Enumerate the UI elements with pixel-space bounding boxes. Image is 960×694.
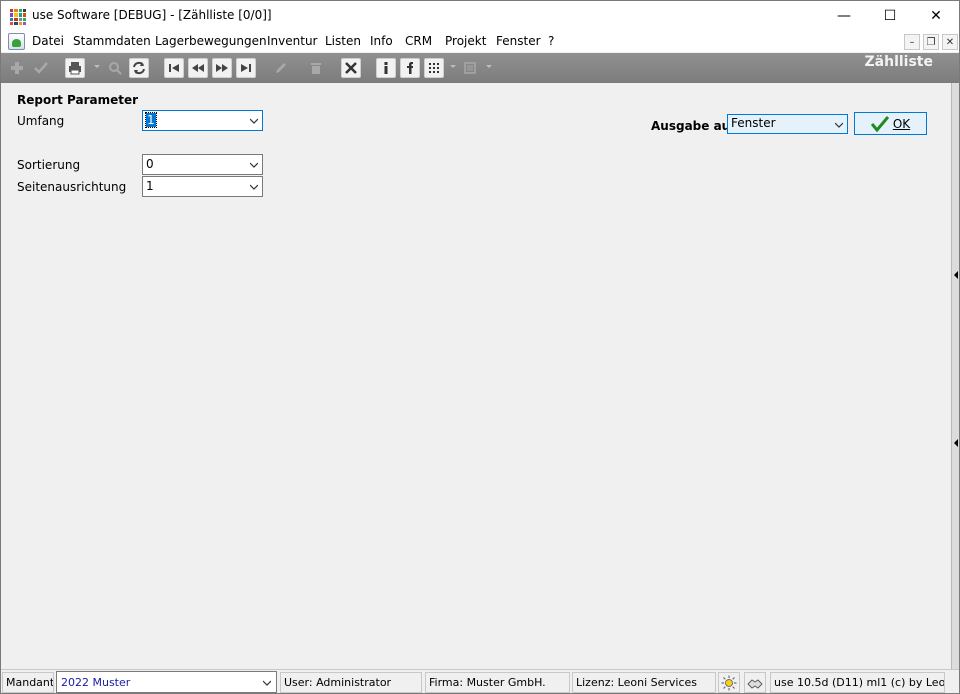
list-dropdown-icon[interactable] xyxy=(486,65,492,68)
checkmark-icon xyxy=(870,115,889,132)
sortierung-value: 0 xyxy=(146,157,154,171)
menu-stammdaten[interactable]: Stammdaten xyxy=(73,34,151,48)
sun-icon[interactable] xyxy=(718,672,740,693)
menu-help[interactable]: ? xyxy=(548,34,554,48)
search-button[interactable] xyxy=(105,58,125,78)
mdi-minimize-button[interactable]: – xyxy=(904,34,920,50)
cancel-button[interactable] xyxy=(341,58,361,78)
checkmark-icon xyxy=(34,62,48,74)
print-button[interactable] xyxy=(65,58,85,78)
window-title: use Software [DEBUG] - [Zählliste [0/0]] xyxy=(32,8,272,22)
sortierung-label: Sortierung xyxy=(17,158,81,172)
last-record-button[interactable] xyxy=(236,58,256,78)
seitenausrichtung-label: Seitenausrichtung xyxy=(17,180,127,194)
app-logo-icon xyxy=(10,9,26,25)
title-bar: use Software [DEBUG] - [Zählliste [0/0]]… xyxy=(1,1,959,31)
menu-fenster[interactable]: Fenster xyxy=(496,34,541,48)
previous-record-button[interactable] xyxy=(188,58,208,78)
close-x-icon xyxy=(345,62,357,74)
menu-bar: Datei Stammdaten Lagerbewegungen Inventu… xyxy=(1,31,959,52)
chevron-down-icon xyxy=(250,118,258,124)
close-button[interactable]: ✕ xyxy=(913,1,959,31)
list-view-button[interactable] xyxy=(460,58,480,78)
search-icon xyxy=(109,62,122,75)
seitenausrichtung-value: 1 xyxy=(146,179,154,193)
delete-button[interactable] xyxy=(306,58,326,78)
side-panel-splitter[interactable] xyxy=(951,83,959,669)
facebook-icon xyxy=(407,62,413,74)
maximize-button[interactable]: ☐ xyxy=(867,1,913,31)
refresh-button[interactable] xyxy=(129,58,149,78)
first-record-button[interactable] xyxy=(164,58,184,78)
section-title: Report Parameter xyxy=(17,93,139,107)
grid-icon xyxy=(429,63,439,73)
fast-forward-icon xyxy=(216,64,228,72)
ok-button[interactable]: OK xyxy=(854,112,927,135)
umfang-label: Umfang xyxy=(17,114,65,128)
handshake-icon[interactable] xyxy=(744,672,766,693)
menu-crm[interactable]: CRM xyxy=(405,34,432,48)
skip-last-icon xyxy=(241,64,251,72)
umfang-select[interactable]: 1 xyxy=(142,110,263,131)
refresh-icon xyxy=(133,61,145,75)
chevron-down-icon xyxy=(250,162,258,168)
chevron-down-icon xyxy=(250,184,258,190)
sortierung-select[interactable]: 0 xyxy=(142,154,263,175)
expand-left-icon[interactable] xyxy=(954,439,958,447)
report-parameter-panel: Report Parameter Umfang 1 Sortierung 0 S… xyxy=(1,83,951,669)
ok-label: OK xyxy=(892,116,911,131)
minimize-button[interactable]: — xyxy=(821,1,867,31)
expand-left-icon[interactable] xyxy=(954,271,958,279)
ausgabe-value: Fenster xyxy=(731,116,776,130)
ausgabe-select[interactable]: Fenster xyxy=(727,114,848,134)
print-dropdown-icon[interactable] xyxy=(94,65,100,68)
next-record-button[interactable] xyxy=(212,58,232,78)
page-title: Zählliste xyxy=(864,54,933,70)
menu-lagerbewegungen[interactable]: Lagerbewegungen xyxy=(155,34,267,48)
user-status: User: Administrator xyxy=(280,672,422,693)
list-icon xyxy=(464,62,476,74)
menu-projekt[interactable]: Projekt xyxy=(445,34,486,48)
toolbar: Zählliste xyxy=(1,53,959,83)
chevron-down-icon xyxy=(835,122,843,128)
printer-icon xyxy=(69,62,81,75)
facebook-button[interactable] xyxy=(400,58,420,78)
chevron-down-icon xyxy=(263,680,271,686)
confirm-button[interactable] xyxy=(31,58,51,78)
version-status: use 10.5d (D11) ml1 (c) by Leoni Sc xyxy=(770,672,945,693)
menu-info[interactable]: Info xyxy=(370,34,393,48)
lizenz-status: Lizenz: Leoni Services xyxy=(572,672,716,693)
info-icon xyxy=(384,62,388,74)
mdi-close-button[interactable]: ✕ xyxy=(942,34,958,50)
info-button[interactable] xyxy=(376,58,396,78)
edit-button[interactable] xyxy=(271,58,291,78)
ausgabe-label: Ausgabe auf xyxy=(651,119,736,133)
status-bar: Mandant 2022 Muster User: Administrator … xyxy=(1,669,959,693)
skip-first-icon xyxy=(169,64,179,72)
mandant-select[interactable]: 2022 Muster xyxy=(56,671,277,693)
grid-dropdown-icon[interactable] xyxy=(450,65,456,68)
rewind-icon xyxy=(192,64,204,72)
app-window: use Software [DEBUG] - [Zählliste [0/0]]… xyxy=(0,0,960,694)
firma-status: Firma: Muster GmbH. xyxy=(425,672,570,693)
document-icon[interactable] xyxy=(8,33,25,50)
plus-icon xyxy=(11,62,23,74)
mdi-restore-button[interactable]: ❐ xyxy=(923,34,939,50)
trash-icon xyxy=(311,63,321,74)
mandant-label: Mandant xyxy=(2,672,54,693)
mandant-value: 2022 Muster xyxy=(61,676,131,689)
umfang-value: 1 xyxy=(145,112,157,128)
add-button[interactable] xyxy=(7,58,27,78)
grid-view-button[interactable] xyxy=(424,58,444,78)
menu-listen[interactable]: Listen xyxy=(325,34,361,48)
menu-datei[interactable]: Datei xyxy=(32,34,64,48)
seitenausrichtung-select[interactable]: 1 xyxy=(142,176,263,197)
menu-inventur[interactable]: Inventur xyxy=(267,34,317,48)
pencil-icon xyxy=(276,63,286,73)
